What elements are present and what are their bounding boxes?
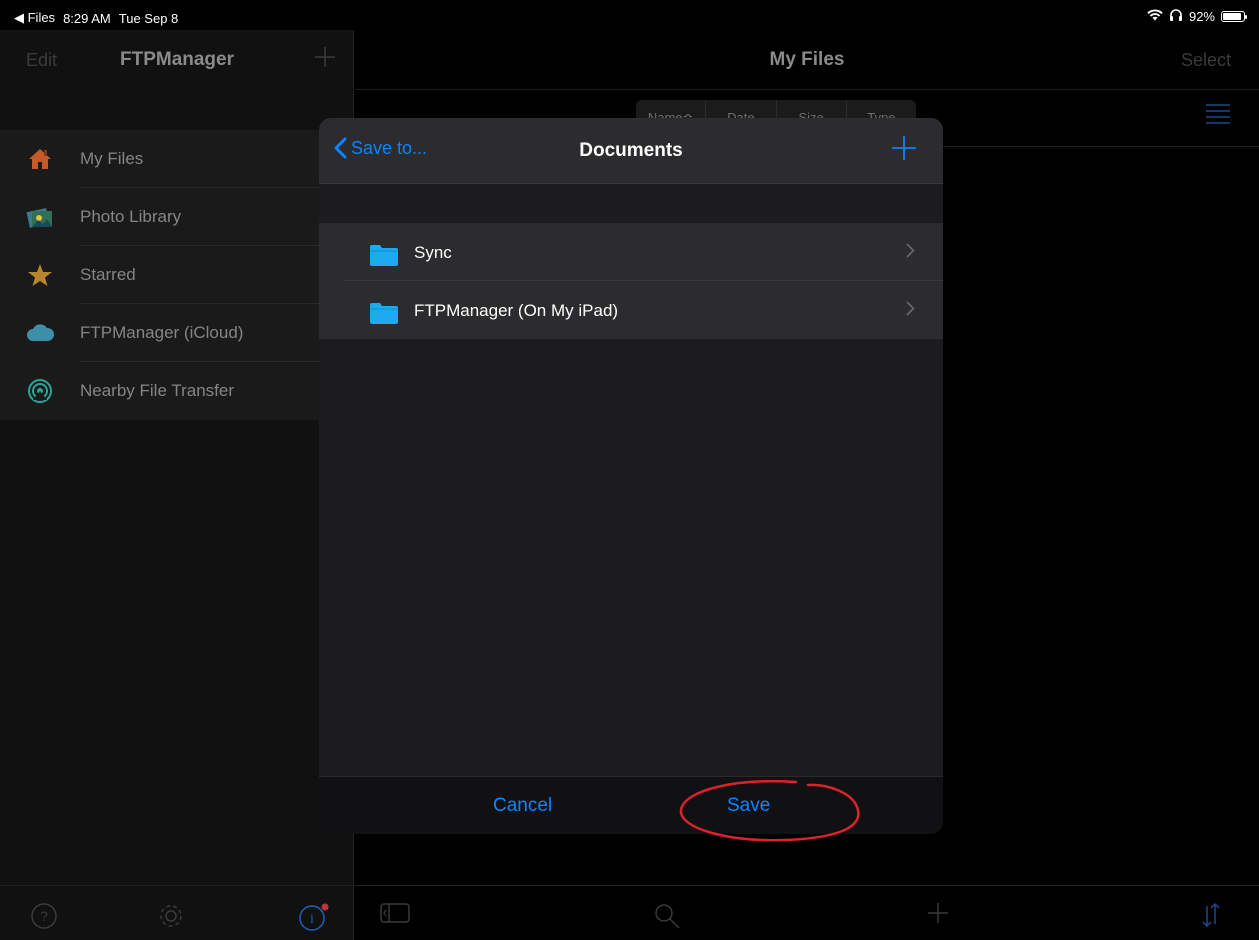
sidebar-item-label: Photo Library (80, 207, 182, 226)
main-toolbar (355, 885, 1259, 940)
battery-percent: 92% (1188, 9, 1215, 24)
svg-text:i: i (310, 912, 314, 927)
folder-name: FTPManager (On My iPad) (414, 301, 619, 320)
headphones-icon (1169, 9, 1183, 24)
status-bar: ◀ Files 8:29 AM Tue Sep 8 92% (0, 0, 1259, 30)
sidebar-nav-bar: Edit FTPManager (0, 30, 354, 90)
plus-icon (315, 47, 335, 67)
sidebar: Edit FTPManager My Files Photo Library S… (0, 30, 354, 940)
dialog-footer: Cancel Save (319, 776, 943, 834)
sidebar-item-label: FTPManager (iCloud) (80, 323, 244, 342)
search-icon[interactable] (653, 902, 681, 935)
chevron-left-icon (334, 137, 347, 159)
sidebar-list: My Files Photo Library Starred FTPManage… (0, 130, 354, 420)
back-to-files-link[interactable]: ◀ Files (14, 10, 55, 26)
cloud-icon (0, 304, 80, 362)
sidebar-item-label: Starred (80, 265, 136, 284)
sidebar-toolbar: ? i (0, 885, 354, 940)
status-date: Tue Sep 8 (118, 10, 179, 26)
status-time: 8:29 AM (63, 10, 111, 26)
transfer-arrows-icon[interactable] (1200, 902, 1222, 933)
select-button[interactable]: Select (1181, 50, 1231, 71)
cancel-button[interactable]: Cancel (493, 795, 552, 817)
dialog-header: Save to... Documents (319, 118, 943, 184)
star-icon (0, 246, 80, 304)
svg-text:?: ? (40, 908, 48, 924)
wifi-icon (1147, 9, 1163, 24)
sidebar-item-starred[interactable]: Starred (0, 246, 354, 304)
info-icon[interactable]: i (298, 902, 330, 937)
divider (355, 89, 1259, 90)
sidebar-item-icloud[interactable]: FTPManager (iCloud) (0, 304, 354, 362)
folder-list: Sync FTPManager (On My iPad) (319, 223, 943, 339)
battery-fill (1223, 13, 1242, 20)
new-folder-button[interactable] (891, 135, 917, 166)
plus-icon (892, 136, 916, 160)
folder-icon (369, 243, 399, 272)
home-icon (0, 130, 80, 188)
add-button[interactable] (314, 42, 336, 76)
sidebar-item-label: My Files (80, 149, 144, 168)
sidebar-item-my-files[interactable]: My Files (0, 130, 354, 188)
help-icon[interactable]: ? (30, 902, 58, 935)
settings-gear-icon[interactable] (157, 902, 185, 935)
save-button[interactable]: Save (727, 795, 770, 817)
plus-icon[interactable] (927, 902, 949, 929)
battery-icon (1221, 11, 1247, 22)
airdrop-icon (0, 362, 80, 420)
back-button-label: Save to... (351, 137, 428, 158)
sidebar-toggle-icon[interactable] (380, 902, 410, 929)
chevron-right-icon (906, 243, 915, 263)
sidebar-item-nearby-transfer[interactable]: Nearby File Transfer (0, 362, 354, 420)
folder-row-sync[interactable]: Sync (319, 223, 943, 281)
sidebar-title: FTPManager (119, 49, 235, 70)
photo-library-icon (0, 188, 80, 246)
chevron-right-icon (906, 301, 915, 321)
list-view-icon[interactable] (1205, 102, 1231, 131)
back-button[interactable]: Save to... (333, 137, 427, 159)
save-to-dialog: Save to... Documents Sync FTPManager (On… (319, 118, 943, 834)
sidebar-item-label: Nearby File Transfer (80, 381, 234, 400)
sidebar-item-photo-library[interactable]: Photo Library (0, 188, 354, 246)
folder-name: Sync (414, 243, 452, 262)
page-title: My Files (769, 49, 845, 70)
folder-icon (369, 301, 399, 330)
folder-row-ftpmanager-local[interactable]: FTPManager (On My iPad) (319, 281, 943, 339)
